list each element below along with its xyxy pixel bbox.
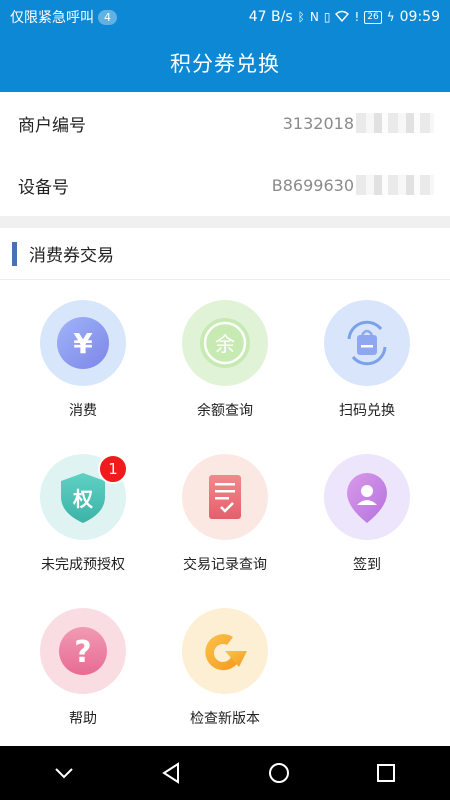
yen-glyph: ¥ bbox=[73, 327, 93, 360]
scan-exchange-icon bbox=[324, 300, 410, 386]
section-title: 消费券交易 bbox=[29, 246, 114, 266]
home-button[interactable] bbox=[259, 753, 299, 793]
chevron-down-icon bbox=[55, 768, 73, 779]
update-icon bbox=[182, 608, 268, 694]
check-update-button[interactable]: 检查新版本 bbox=[154, 608, 296, 738]
title-bar: 积分券兑换 bbox=[0, 34, 450, 92]
status-bar: 仅限紧急呼叫 4 47 B/s ᛒ N ▯ ! 26 ϟ 09:59 bbox=[0, 0, 450, 34]
section-accent-bar bbox=[12, 241, 17, 266]
scan-exchange-button[interactable]: 扫码兑换 bbox=[296, 300, 438, 430]
yen-icon: ¥ bbox=[40, 300, 126, 386]
check-update-label: 检查新版本 bbox=[190, 711, 260, 727]
nfc-icon: N bbox=[309, 10, 319, 24]
function-grid: ¥ 消费 余 余额查询 扫码兑换 权 1 未完成预授权 交易记录查询 签到 ? … bbox=[0, 280, 450, 752]
battery-icon: 26 bbox=[364, 10, 382, 24]
help-button[interactable]: ? 帮助 bbox=[12, 608, 154, 738]
scan-exchange-label: 扫码兑换 bbox=[339, 403, 395, 419]
status-left: 仅限紧急呼叫 4 bbox=[10, 7, 117, 27]
transaction-record-label: 交易记录查询 bbox=[183, 557, 267, 573]
merchant-value: 3132018 bbox=[283, 113, 434, 133]
page-title: 积分券兑换 bbox=[170, 52, 280, 76]
record-icon bbox=[182, 454, 268, 540]
shield-glyph: 权 bbox=[72, 487, 94, 511]
help-label: 帮助 bbox=[69, 711, 97, 727]
section-header: 消费券交易 bbox=[0, 228, 450, 280]
checkin-icon bbox=[324, 454, 410, 540]
sim-alert-icon: ! bbox=[354, 10, 360, 24]
redaction-mask bbox=[356, 175, 434, 195]
consume-label: 消费 bbox=[69, 403, 97, 419]
help-icon: ? bbox=[40, 608, 126, 694]
pending-preauth-button[interactable]: 权 1 未完成预授权 bbox=[12, 454, 154, 584]
bluetooth-icon: ᛒ bbox=[297, 10, 305, 24]
device-number: B8699630 bbox=[271, 175, 354, 195]
system-nav-bar bbox=[0, 746, 450, 800]
home-circle-icon bbox=[268, 763, 289, 783]
help-glyph: ? bbox=[74, 635, 91, 670]
device-row: 设备号 B8699630 bbox=[0, 154, 450, 216]
balance-query-button[interactable]: 余 余额查询 bbox=[154, 300, 296, 430]
back-triangle-icon bbox=[162, 762, 180, 784]
transaction-record-button[interactable]: 交易记录查询 bbox=[154, 454, 296, 584]
balance-query-label: 余额查询 bbox=[197, 403, 253, 419]
pending-preauth-label: 未完成预授权 bbox=[41, 557, 125, 573]
merchant-label: 商户编号 bbox=[18, 115, 86, 136]
merchant-number: 3132018 bbox=[282, 113, 354, 133]
back-button[interactable] bbox=[151, 753, 191, 793]
device-label: 设备号 bbox=[18, 177, 69, 198]
recents-square-icon bbox=[377, 764, 396, 782]
clock: 09:59 bbox=[399, 9, 440, 25]
device-value: B8699630 bbox=[272, 175, 434, 195]
section-gap bbox=[0, 216, 450, 228]
status-right: 47 B/s ᛒ N ▯ ! 26 ϟ 09:59 bbox=[249, 9, 440, 25]
consume-button[interactable]: ¥ 消费 bbox=[12, 300, 154, 430]
checkin-label: 签到 bbox=[353, 557, 381, 573]
wifi-icon bbox=[335, 10, 350, 25]
recents-button[interactable] bbox=[366, 753, 406, 793]
pending-count-badge: 1 bbox=[98, 454, 128, 484]
notification-count-badge: 4 bbox=[98, 9, 117, 25]
vibrate-icon: ▯ bbox=[323, 10, 331, 24]
shield-icon: 权 1 bbox=[40, 454, 128, 540]
charging-icon: ϟ bbox=[386, 10, 395, 24]
network-speed: 47 B/s bbox=[248, 9, 293, 25]
checkin-button[interactable]: 签到 bbox=[296, 454, 438, 584]
balance-icon: 余 bbox=[182, 300, 268, 386]
balance-glyph: 余 bbox=[215, 332, 235, 356]
info-section: 商户编号 3132018 设备号 B8699630 bbox=[0, 92, 450, 216]
carrier-text: 仅限紧急呼叫 bbox=[10, 10, 94, 26]
redaction-mask bbox=[356, 113, 434, 133]
merchant-row: 商户编号 3132018 bbox=[0, 92, 450, 154]
hide-nav-button[interactable] bbox=[44, 753, 84, 793]
